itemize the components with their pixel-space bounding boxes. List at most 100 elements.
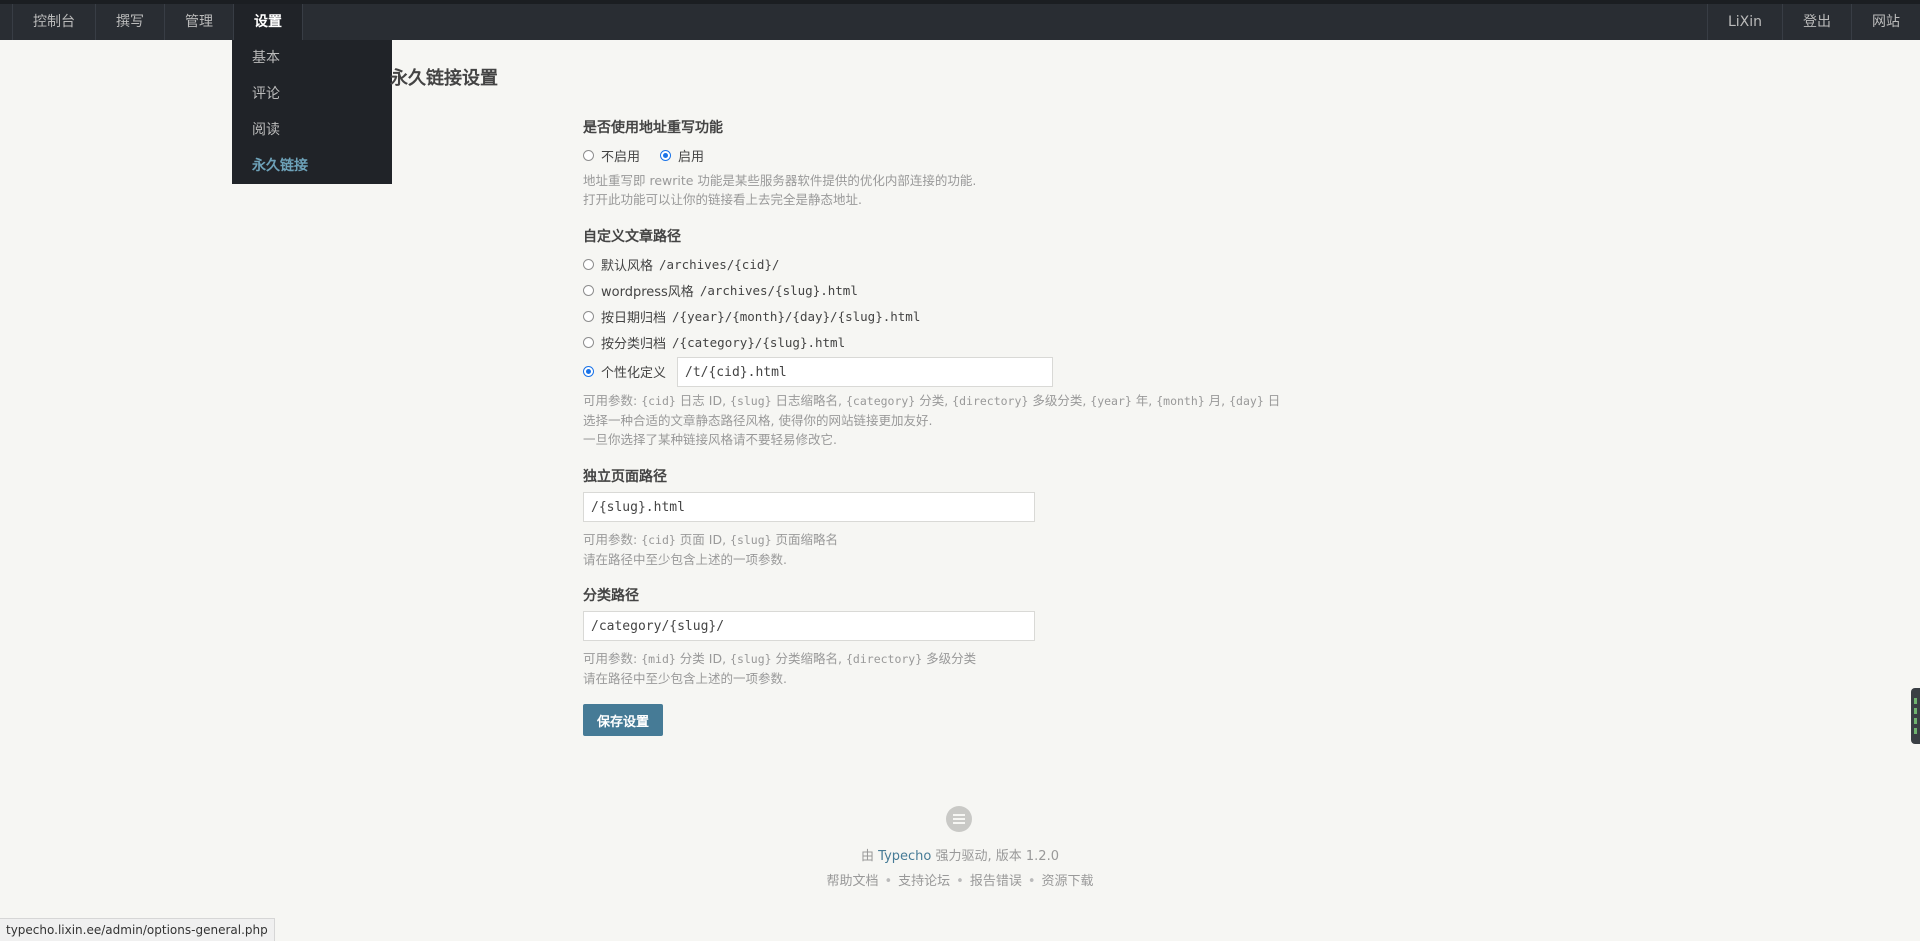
category-path-label: 分类路径 (583, 588, 639, 604)
param-slug-text: 页面缩略名 (771, 532, 839, 547)
nav-settings[interactable]: 设置 (234, 4, 303, 40)
rewrite-desc-line1: 地址重写即 rewrite 功能是某些服务器软件提供的优化内部连接的功能. (583, 173, 977, 188)
post-path-label: 自定义文章路径 (583, 229, 681, 245)
footer-credit: 由 Typecho 强力驱动, 版本 1.2.0 (0, 845, 1920, 864)
rewrite-description: 地址重写即 rewrite 功能是某些服务器软件提供的优化内部连接的功能. 打开… (583, 171, 976, 209)
params-prefix: 可用参数: (583, 532, 642, 547)
rewrite-on-label[interactable]: 启用 (678, 146, 704, 165)
footer-link-help[interactable]: 帮助文档 (826, 874, 878, 889)
rewrite-options: 不启用 启用 (583, 146, 704, 165)
params-prefix: 可用参数: (583, 651, 642, 666)
post-path-wordpress-radio[interactable] (583, 285, 594, 296)
dropdown-item-permalink[interactable]: 永久链接 (232, 148, 392, 184)
nav-website[interactable]: 网站 (1851, 4, 1920, 40)
browser-status-url: typecho.lixin.ee/admin/options-general.p… (0, 918, 275, 941)
post-path-option-date[interactable]: 按日期归档 /{year}/{month}/{day}/{slug}.html (583, 307, 920, 326)
param-year-text: 年, (1131, 393, 1157, 408)
page-path-label: 独立页面路径 (583, 469, 667, 485)
dropdown-item-basic[interactable]: 基本 (232, 40, 392, 76)
post-path-desc-line3: 一旦你选择了某种链接风格请不要轻易修改它. (583, 432, 837, 447)
settings-dropdown-menu: 基本 评论 阅读 永久链接 (232, 40, 392, 184)
post-path-custom-input[interactable] (677, 357, 1053, 387)
post-path-custom-name[interactable]: 个性化定义 (601, 362, 666, 381)
post-path-default-name[interactable]: 默认风格 (601, 255, 653, 274)
param-category-text: 分类, (915, 393, 953, 408)
nav-write[interactable]: 撰写 (96, 4, 165, 40)
nav-manage[interactable]: 管理 (165, 4, 234, 40)
rewrite-off-radio[interactable] (583, 150, 594, 161)
page-path-description: 可用参数: {cid} 页面 ID, {slug} 页面缩略名 请在路径中至少包… (583, 530, 838, 569)
dropdown-item-reading[interactable]: 阅读 (232, 112, 392, 148)
category-path-input[interactable] (583, 611, 1035, 641)
param-slug: {slug} (730, 652, 772, 666)
param-directory: {directory} (846, 652, 923, 666)
params-prefix: 可用参数: (583, 393, 642, 408)
post-path-category-name[interactable]: 按分类归档 (601, 333, 666, 352)
param-slug-text: 日志缩略名, (771, 393, 846, 408)
post-path-date-name[interactable]: 按日期归档 (601, 307, 666, 326)
top-navigation-bar: 控制台 撰写 管理 设置 LiXin 登出 网站 (0, 4, 1920, 40)
param-directory: {directory} (952, 394, 1029, 408)
dropdown-item-comments[interactable]: 评论 (232, 76, 392, 112)
rewrite-label: 是否使用地址重写功能 (583, 120, 723, 136)
post-path-default-radio[interactable] (583, 259, 594, 270)
param-slug-text: 分类缩略名, (771, 651, 846, 666)
post-path-wordpress-pattern: /archives/{slug}.html (699, 283, 858, 298)
nav-logout[interactable]: 登出 (1782, 4, 1851, 40)
param-category: {category} (846, 394, 916, 408)
footer-links: 帮助文档 • 支持论坛 • 报告错误 • 资源下载 (0, 870, 1920, 889)
param-month: {month} (1156, 394, 1205, 408)
primary-nav: 控制台 撰写 管理 设置 (12, 4, 303, 40)
param-cid: {cid} (641, 533, 676, 547)
footer-credit-prefix: 由 (861, 849, 879, 864)
save-settings-button[interactable]: 保存设置 (583, 704, 663, 736)
post-path-category-pattern: /{category}/{slug}.html (672, 335, 846, 350)
param-slug: {slug} (730, 533, 772, 547)
typecho-logo-icon (946, 806, 972, 832)
param-directory-text: 多级分类, (1028, 393, 1091, 408)
post-path-default-pattern: /archives/{cid}/ (659, 257, 780, 272)
side-widget-handle[interactable] (1911, 688, 1920, 744)
post-path-wordpress-name[interactable]: wordpress风格 (601, 281, 694, 300)
footer-link-report[interactable]: 报告错误 (970, 874, 1022, 889)
rewrite-on-radio[interactable] (660, 150, 672, 161)
post-path-option-wordpress[interactable]: wordpress风格 /archives/{slug}.html (583, 281, 858, 300)
page-path-params: 可用参数: {cid} 页面 ID, {slug} 页面缩略名 (583, 530, 838, 550)
category-path-description: 可用参数: {mid} 分类 ID, {slug} 分类缩略名, {direct… (583, 649, 976, 688)
page-path-input[interactable] (583, 492, 1035, 522)
param-cid-text: 页面 ID, (675, 532, 731, 547)
page-path-desc-line2: 请在路径中至少包含上述的一项参数. (583, 552, 787, 567)
param-day-text: 日 (1263, 393, 1281, 408)
param-slug: {slug} (730, 394, 772, 408)
typecho-link[interactable]: Typecho (878, 849, 931, 864)
post-path-custom-radio[interactable] (583, 366, 594, 377)
footer-separator: • (956, 874, 964, 889)
param-cid-text: 日志 ID, (675, 393, 731, 408)
footer-separator: • (1027, 874, 1036, 889)
footer-link-downloads[interactable]: 资源下载 (1042, 874, 1094, 889)
user-nav: LiXin 登出 网站 (1706, 4, 1920, 40)
param-cid: {cid} (641, 394, 676, 408)
param-mid: {mid} (641, 652, 676, 666)
nav-user-profile[interactable]: LiXin (1706, 4, 1782, 40)
post-path-option-default[interactable]: 默认风格 /archives/{cid}/ (583, 255, 779, 274)
param-year: {year} (1090, 394, 1132, 408)
param-day: {day} (1229, 394, 1264, 408)
nav-dashboard[interactable]: 控制台 (13, 4, 96, 40)
post-path-date-radio[interactable] (583, 311, 594, 322)
post-path-params: 可用参数: {cid} 日志 ID, {slug} 日志缩略名, {catego… (583, 391, 1280, 411)
footer-separator: • (884, 874, 893, 889)
param-mid-text: 分类 ID, (675, 651, 731, 666)
footer-credit-suffix: 强力驱动, 版本 1.2.0 (931, 849, 1059, 864)
footer-link-forum[interactable]: 支持论坛 (898, 874, 950, 889)
post-path-option-custom[interactable]: 个性化定义 (583, 362, 666, 381)
post-path-desc-line2: 选择一种合适的文章静态路径风格, 使得你的网站链接更加友好. (583, 413, 933, 428)
param-directory-text: 多级分类 (922, 651, 977, 666)
post-path-category-radio[interactable] (583, 337, 594, 348)
rewrite-off-label[interactable]: 不启用 (601, 146, 640, 165)
category-path-params: 可用参数: {mid} 分类 ID, {slug} 分类缩略名, {direct… (583, 649, 976, 669)
post-path-date-pattern: /{year}/{month}/{day}/{slug}.html (672, 309, 921, 324)
post-path-option-category[interactable]: 按分类归档 /{category}/{slug}.html (583, 333, 845, 352)
rewrite-desc-line2: 打开此功能可以让你的链接看上去完全是静态地址. (583, 192, 862, 207)
param-month-text: 月, (1204, 393, 1230, 408)
